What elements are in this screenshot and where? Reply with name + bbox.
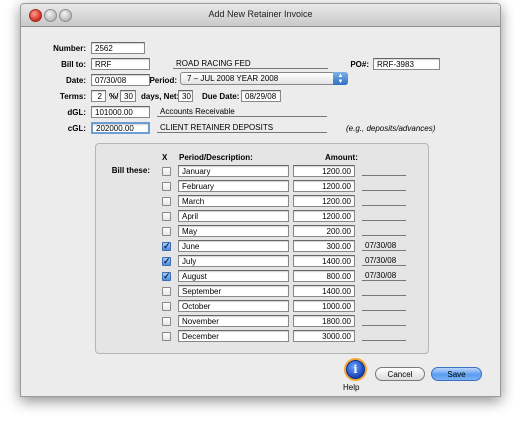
cgl-field[interactable]: 202000.00 <box>91 122 150 134</box>
bill-row-billed-date <box>362 315 406 326</box>
po-field[interactable]: RRF-3983 <box>373 58 440 70</box>
bill-row-billed-date <box>362 165 406 176</box>
column-header-x: X <box>162 153 168 162</box>
window-title: Add New Retainer Invoice <box>208 9 313 19</box>
title-bar: Add New Retainer Invoice <box>21 4 500 27</box>
cgl-label: cGL: <box>67 124 86 133</box>
bill-row-amount-field[interactable]: 1400.00 <box>293 255 355 267</box>
bill-row-billed-date <box>362 300 406 311</box>
bill-row-billed-date <box>362 195 406 206</box>
bill-row-description-field[interactable]: December <box>178 330 289 342</box>
bill-row: ✓ August 800.00 07/30/08 <box>96 270 426 284</box>
bill-row-amount-field[interactable]: 1000.00 <box>293 300 355 312</box>
bill-row: April 1200.00 <box>96 210 426 224</box>
bill-row-description-field[interactable]: August <box>178 270 289 282</box>
bill-row-billed-date: 07/30/08 <box>362 270 406 281</box>
bill-row-checkbox[interactable] <box>162 197 171 206</box>
number-label: Number: <box>53 44 86 53</box>
bill-row-checkbox[interactable] <box>162 287 171 296</box>
terms-days-suffix: days, Net: <box>141 92 180 101</box>
bill-row: February 1200.00 <box>96 180 426 194</box>
bill-row-checkbox[interactable] <box>162 302 171 311</box>
bill-row-description-field[interactable]: April <box>178 210 289 222</box>
bill-row: ✓ July 1400.00 07/30/08 <box>96 255 426 269</box>
bill-row-billed-date <box>362 180 406 191</box>
bill-row-billed-date: 07/30/08 <box>362 240 406 251</box>
bill-row-checkbox[interactable] <box>162 227 171 236</box>
bill-row-amount-field[interactable]: 3000.00 <box>293 330 355 342</box>
bill-to-name: ROAD RACING FED <box>173 58 328 69</box>
bill-row: October 1000.00 <box>96 300 426 314</box>
bill-row-amount-field[interactable]: 1200.00 <box>293 195 355 207</box>
period-value: 7 – JUL 2008 YEAR 2008 <box>187 74 279 83</box>
help-label: Help <box>343 383 360 392</box>
bill-row-amount-field[interactable]: 1200.00 <box>293 180 355 192</box>
bill-row-description-field[interactable]: September <box>178 285 289 297</box>
bill-row-checkbox[interactable] <box>162 167 171 176</box>
bill-row-amount-field[interactable]: 1400.00 <box>293 285 355 297</box>
column-header-period: Period/Description: <box>179 153 253 162</box>
column-header-amount: Amount: <box>325 153 358 162</box>
due-date-field[interactable]: 08/29/08 <box>241 90 281 102</box>
bill-row: May 200.00 <box>96 225 426 239</box>
bill-these-panel: Bill these: X Period/Description: Amount… <box>95 143 429 354</box>
bill-to-label: Bill to: <box>61 60 86 69</box>
retainer-invoice-window: Add New Retainer Invoice Number: 2562 Bi… <box>20 3 501 397</box>
date-label: Date: <box>65 76 86 85</box>
bill-row-billed-date <box>362 225 406 236</box>
bill-row-checkbox[interactable]: ✓ <box>162 257 171 266</box>
bill-row-description-field[interactable]: May <box>178 225 289 237</box>
due-date-label: Due Date: <box>202 92 240 101</box>
po-label: PO#: <box>350 60 369 69</box>
bill-row-billed-date <box>362 330 406 341</box>
period-label: Period: <box>149 76 177 85</box>
bill-row-amount-field[interactable]: 1800.00 <box>293 315 355 327</box>
bill-row: ✓ June 300.00 07/30/08 <box>96 240 426 254</box>
bill-row-checkbox[interactable] <box>162 317 171 326</box>
number-field[interactable]: 2562 <box>91 42 145 54</box>
bill-row: September 1400.00 <box>96 285 426 299</box>
bill-row-checkbox[interactable] <box>162 182 171 191</box>
bill-row-checkbox[interactable]: ✓ <box>162 242 171 251</box>
help-icon[interactable]: i <box>346 360 365 379</box>
terms-percent-field[interactable]: 2 <box>91 90 106 102</box>
bill-row-amount-field[interactable]: 200.00 <box>293 225 355 237</box>
chevron-up-down-icon: ▲ ▼ <box>333 72 348 85</box>
cancel-button[interactable]: Cancel <box>375 367 425 381</box>
terms-days-field[interactable]: 30 <box>120 90 136 102</box>
bill-row-description-field[interactable]: January <box>178 165 289 177</box>
bill-row: December 3000.00 <box>96 330 426 344</box>
dgl-account-name: Accounts Receivable <box>157 106 327 117</box>
bill-row-checkbox[interactable] <box>162 332 171 341</box>
save-button[interactable]: Save <box>431 367 482 381</box>
dgl-field[interactable]: 101000.00 <box>91 106 150 118</box>
bill-row-description-field[interactable]: June <box>178 240 289 252</box>
cgl-hint: (e.g., deposits/advances) <box>346 124 436 133</box>
bill-row-description-field[interactable]: February <box>178 180 289 192</box>
bill-to-code-field[interactable]: RRF <box>91 58 150 70</box>
bill-row-amount-field[interactable]: 300.00 <box>293 240 355 252</box>
terms-percent-suffix: %/ <box>109 92 119 101</box>
bill-row-description-field[interactable]: July <box>178 255 289 267</box>
bill-row: January 1200.00 <box>96 165 426 179</box>
terms-label: Terms: <box>59 92 86 101</box>
net-days-field[interactable]: 30 <box>178 90 193 102</box>
bill-row: November 1800.00 <box>96 315 426 329</box>
dgl-label: dGL: <box>67 108 86 117</box>
bill-row-amount-field[interactable]: 1200.00 <box>293 165 355 177</box>
date-field[interactable]: 07/30/08 <box>91 74 150 86</box>
period-select[interactable]: 7 – JUL 2008 YEAR 2008 ▲ ▼ <box>180 72 348 85</box>
bill-row-amount-field[interactable]: 800.00 <box>293 270 355 282</box>
bill-row-checkbox[interactable] <box>162 212 171 221</box>
bill-row-description-field[interactable]: October <box>178 300 289 312</box>
bill-row-billed-date <box>362 210 406 221</box>
bill-row-billed-date <box>362 285 406 296</box>
bill-row-description-field[interactable]: November <box>178 315 289 327</box>
bill-row-checkbox[interactable]: ✓ <box>162 272 171 281</box>
bill-row-billed-date: 07/30/08 <box>362 255 406 266</box>
bill-row: March 1200.00 <box>96 195 426 209</box>
bill-row-description-field[interactable]: March <box>178 195 289 207</box>
bill-row-amount-field[interactable]: 1200.00 <box>293 210 355 222</box>
cgl-account-name: CLIENT RETAINER DEPOSITS <box>157 122 327 133</box>
